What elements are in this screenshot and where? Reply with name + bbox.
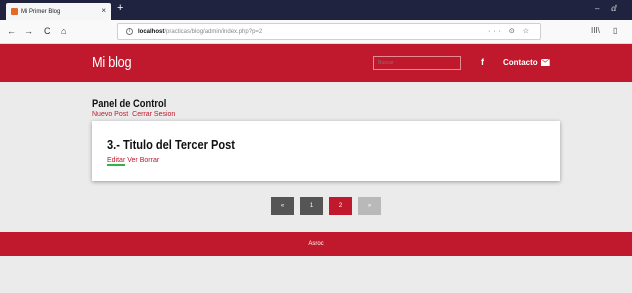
url-host: localhost (138, 28, 165, 35)
logout-link[interactable]: Cerrar Sesion (132, 111, 175, 118)
close-tab-icon[interactable]: × (101, 6, 106, 15)
sidebar-icon[interactable]: ▯ (613, 26, 617, 35)
maximize-icon[interactable]: ⅆ (611, 4, 617, 13)
next-page-button[interactable]: » (358, 197, 381, 215)
post-title: 3.- Titulo del Tercer Post (107, 137, 235, 152)
minimize-icon[interactable]: – (595, 4, 599, 13)
new-tab-button[interactable]: + (117, 2, 123, 14)
delete-link[interactable]: Borrar (140, 157, 159, 164)
footer-text: Asroc (308, 241, 324, 247)
edit-link[interactable]: Editar (107, 157, 126, 166)
url-path: /practicas/blog/admin/index.php?p=2 (164, 28, 263, 35)
mail-icon (540, 59, 550, 66)
contact-link[interactable]: Contacto (503, 58, 550, 67)
view-link[interactable]: Ver (127, 157, 138, 164)
post-actions: Editar Ver Borrar (107, 157, 159, 166)
tab-title: Mi Primer Blog (21, 8, 61, 15)
reload-icon[interactable]: C (44, 26, 51, 36)
back-icon[interactable]: ← (7, 26, 16, 36)
post-card: 3.- Titulo del Tercer Post Editar Ver Bo… (92, 121, 560, 181)
page-actions-icon[interactable]: ··· ⊙ ☆ (488, 27, 532, 35)
search-input[interactable] (373, 56, 461, 70)
forward-icon[interactable]: → (24, 26, 33, 36)
page-1-button[interactable]: 1 (300, 197, 323, 215)
info-icon[interactable]: i (126, 28, 133, 35)
page-title: Panel de Control (92, 98, 167, 110)
browser-tab[interactable]: Mi Primer Blog × (6, 3, 111, 20)
prev-page-button[interactable]: « (271, 197, 294, 215)
site-brand[interactable]: Mi blog (92, 54, 132, 71)
library-icon[interactable]: III\ (591, 26, 600, 35)
site-header: Mi blog f Contacto (0, 44, 632, 82)
pagination: « 1 2 » (271, 197, 381, 215)
site-footer: Asroc (0, 232, 632, 256)
url-bar[interactable]: i localhost /practicas/blog/admin/index.… (117, 23, 541, 40)
facebook-icon[interactable]: f (481, 57, 484, 67)
home-icon[interactable]: ⌂ (61, 26, 66, 36)
browser-nav-bar: ← → C ⌂ i localhost /practicas/blog/admi… (0, 20, 632, 44)
new-post-link[interactable]: Nuevo Post (92, 111, 128, 118)
browser-tab-bar: Mi Primer Blog × + – ⅆ (0, 0, 632, 20)
favicon-icon (11, 8, 18, 15)
contact-label: Contacto (503, 58, 538, 67)
panel-links: Nuevo Post Cerrar Sesion (92, 111, 177, 118)
page-2-button[interactable]: 2 (329, 197, 352, 215)
